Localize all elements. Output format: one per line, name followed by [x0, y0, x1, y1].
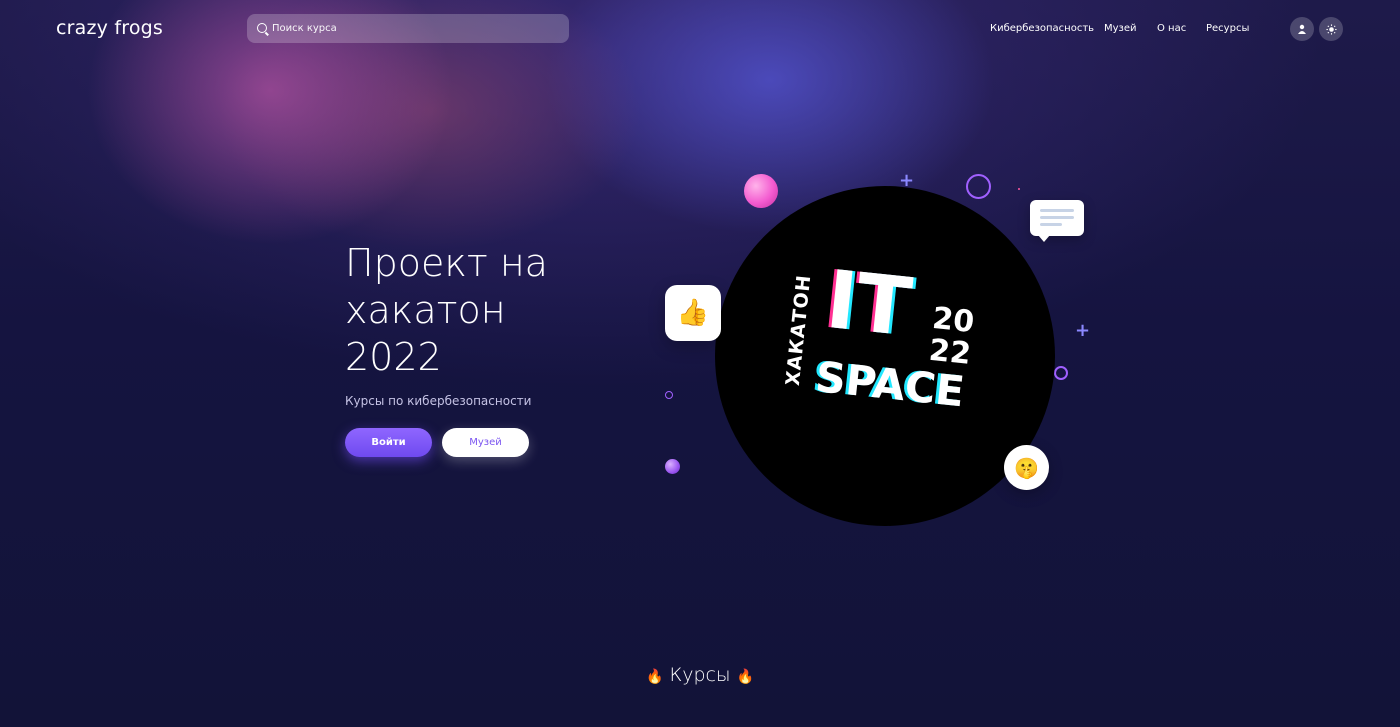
hero-title-line: Проект на [345, 241, 548, 285]
search-icon [257, 23, 267, 33]
search-input[interactable] [272, 14, 552, 43]
background [0, 0, 1400, 727]
fire-icon: 🔥 [645, 669, 664, 685]
purple-sphere [665, 459, 680, 474]
nav-about[interactable]: О нас [1157, 23, 1186, 34]
theme-toggle-button[interactable] [1319, 17, 1343, 41]
search-bar[interactable] [247, 14, 569, 43]
dot-icon [1018, 188, 1020, 190]
logo[interactable]: crazy frogs [56, 17, 163, 39]
hero-title-line: хакатон [345, 288, 506, 332]
hero-title-line: 2022 [345, 335, 442, 379]
pink-sphere [744, 174, 778, 208]
it-space-logo: ХАКАТОН IT IT IT 20 22 SPACE SPACE [782, 253, 976, 417]
section-title: 🔥 Курсы 🔥 [0, 664, 1400, 686]
nav-cybersecurity[interactable]: Кибербезопасность [990, 23, 1094, 34]
nav-museum[interactable]: Музей [1104, 23, 1137, 34]
badge-side-text: ХАКАТОН [782, 273, 816, 386]
ring-icon [665, 391, 673, 399]
nav-resources[interactable]: Ресурсы [1206, 23, 1249, 34]
ring-icon [966, 174, 991, 199]
hero-title: Проект на хакатон 2022 [345, 240, 625, 381]
thumbs-up-icon: 👍 [665, 285, 721, 341]
wink-emoji-icon: 🤫 [1004, 445, 1049, 490]
chat-bubble-icon [1030, 200, 1084, 242]
fire-icon: 🔥 [736, 669, 755, 685]
user-icon [1298, 24, 1306, 34]
login-button[interactable]: Войти [345, 428, 432, 457]
user-button[interactable] [1290, 17, 1314, 41]
sun-icon [1325, 23, 1337, 35]
museum-button[interactable]: Музей [442, 428, 529, 457]
section-title-text: Курсы [669, 664, 731, 686]
badge-main-text: IT [822, 253, 916, 354]
ring-icon [1054, 366, 1068, 380]
plus-icon: + [1075, 320, 1091, 341]
header: crazy frogs Кибербезопасность Музей О на… [0, 0, 1400, 58]
hero-subtitle: Курсы по кибербезопасности [345, 394, 532, 408]
